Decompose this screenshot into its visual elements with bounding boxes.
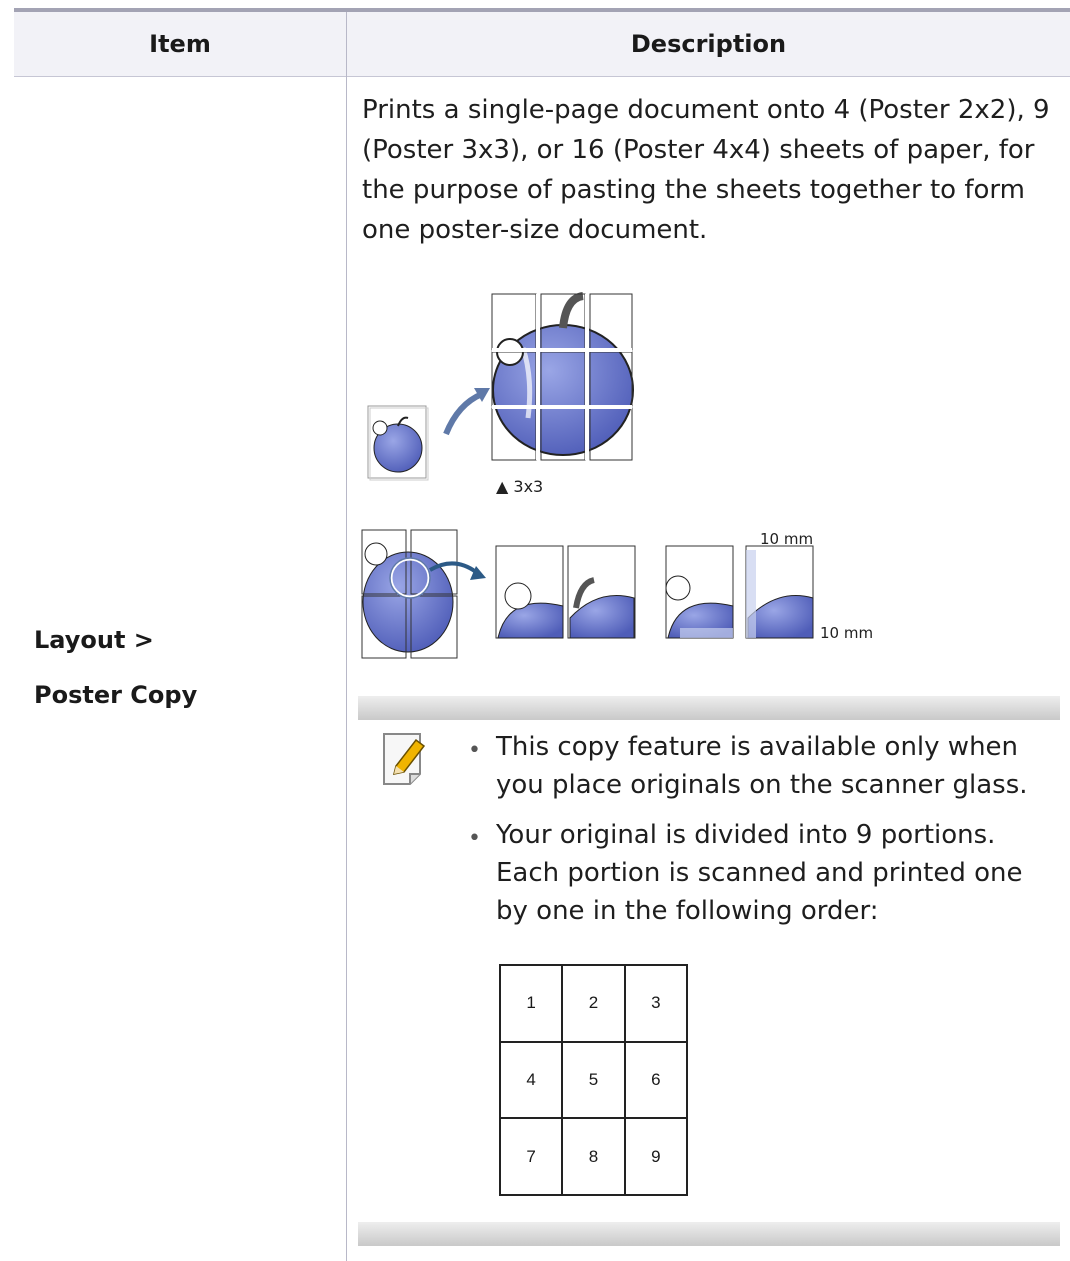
margin-sheets xyxy=(665,545,814,639)
order-cell: 9 xyxy=(624,1118,687,1195)
note-pencil-icon xyxy=(383,733,426,785)
note-bottom-bar xyxy=(358,1222,1060,1246)
header-item: Item xyxy=(149,30,211,58)
order-cell: 5 xyxy=(562,1041,625,1119)
grid-caption: ▲ 3x3 xyxy=(496,477,543,496)
order-cell: 3 xyxy=(624,965,687,1042)
header-description: Description xyxy=(630,30,787,58)
sheet-pair xyxy=(495,545,636,639)
margin-label-side: 10 mm xyxy=(820,624,873,642)
assembled-poster xyxy=(361,529,458,659)
description-text: Prints a single-page document onto 4 (Po… xyxy=(362,95,1050,245)
item-label-poster-copy: Poster Copy xyxy=(34,681,198,709)
column-divider xyxy=(346,12,347,1261)
scan-order-grid: 1 2 3 4 5 6 7 8 9 xyxy=(499,964,688,1196)
order-cell: 1 xyxy=(500,965,563,1042)
table-header-row: Item Description xyxy=(14,12,1070,77)
note-top-bar xyxy=(358,696,1060,720)
order-cell: 2 xyxy=(562,965,625,1042)
margin-label-top: 10 mm xyxy=(760,530,813,548)
bullet-dot-2: • xyxy=(468,826,481,851)
original-page-icon xyxy=(367,405,429,481)
note-bullet-2: Your original is divided into 9 portions… xyxy=(496,820,1023,926)
bullet-dot-1: • xyxy=(468,738,481,763)
order-cell: 7 xyxy=(500,1118,563,1195)
item-label-layout: Layout > xyxy=(34,626,154,654)
poster-copy-illustration: ▲ 3x3 10 mm 10 mm xyxy=(361,292,873,659)
arrow-icon xyxy=(443,391,484,436)
order-cell: 4 xyxy=(500,1041,563,1119)
poster-3x3-grid xyxy=(491,292,634,461)
note-bullet-1: This copy feature is available only when… xyxy=(496,732,1028,800)
order-cell: 8 xyxy=(562,1118,625,1195)
order-cell: 6 xyxy=(624,1041,687,1119)
